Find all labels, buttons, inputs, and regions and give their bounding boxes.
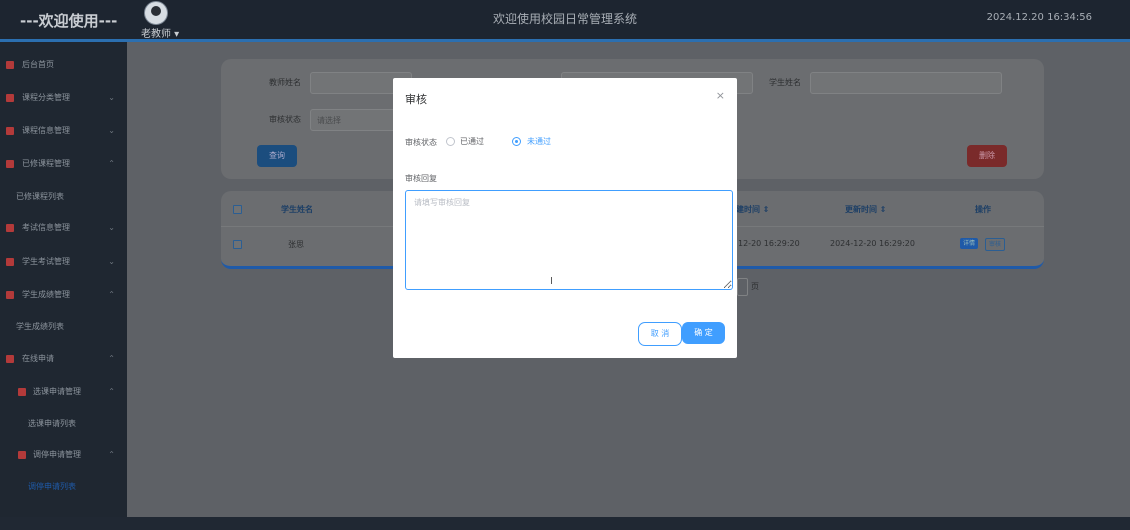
chevron-up-icon: ⌃	[108, 387, 115, 396]
menu-icon	[6, 258, 14, 266]
sidebar-item-taken-course-list[interactable]: 已修课程列表	[0, 187, 127, 207]
col-actions: 操作	[975, 205, 991, 214]
sidebar-item-course-info[interactable]: 课程信息管理 ⌄	[0, 121, 127, 141]
chevron-up-icon: ⌃	[108, 159, 115, 168]
sidebar-item-course-apply[interactable]: 选课申请管理 ⌃	[0, 382, 127, 402]
footer	[0, 517, 1130, 530]
menu-icon	[6, 94, 14, 102]
confirm-button[interactable]: 确 定	[682, 322, 725, 344]
chevron-down-icon: ⌄	[108, 257, 115, 266]
col-updated-time[interactable]: 更新时间 ⇕	[845, 204, 887, 215]
menu-icon	[18, 388, 26, 396]
review-dialog: 审核 × 审核状态 已通过 未通过 审核回复 取 消 确 定	[393, 78, 737, 358]
top-bar: ---欢迎使用--- 老教师 ▾ 欢迎使用校园日常管理系统 2024.12.20…	[0, 0, 1130, 42]
chevron-up-icon: ⌃	[108, 354, 115, 363]
cell-updated: 2024-12-20 16:29:20	[830, 239, 915, 248]
menu-icon	[6, 160, 14, 168]
dialog-title: 审核	[405, 93, 427, 106]
menu-icon	[6, 224, 14, 232]
sidebar-item-course-category[interactable]: 课程分类管理 ⌄	[0, 88, 127, 108]
review-reply-label: 审核回复	[405, 174, 437, 183]
chevron-up-icon: ⌃	[108, 290, 115, 299]
radio-pass[interactable]	[446, 137, 455, 146]
sidebar-item-online-apply[interactable]: 在线申请 ⌃	[0, 349, 127, 369]
sidebar-item-mediation-list[interactable]: 调停申请列表	[0, 477, 127, 497]
close-icon[interactable]: ×	[716, 89, 725, 102]
search-button[interactable]: 查询	[257, 145, 297, 167]
student-name-input[interactable]	[810, 72, 1002, 94]
text-cursor-icon: I	[550, 276, 553, 287]
chevron-down-icon: ⌄	[108, 93, 115, 102]
sidebar-item-student-grades[interactable]: 学生成绩管理 ⌃	[0, 285, 127, 305]
course-name-label: 教师姓名	[269, 78, 301, 87]
menu-icon	[6, 61, 14, 69]
radio-fail[interactable]	[512, 137, 521, 146]
delete-button[interactable]: 删除	[967, 145, 1007, 167]
student-name-label: 学生姓名	[769, 78, 801, 87]
sidebar-item-mediation-apply[interactable]: 调停申请管理 ⌃	[0, 445, 127, 465]
review-button[interactable]: 审核	[985, 238, 1006, 251]
review-reply-textarea[interactable]	[405, 190, 733, 290]
menu-icon	[6, 127, 14, 135]
user-menu[interactable]: 老教师 ▾	[141, 25, 179, 40]
col-student-name[interactable]: 学生姓名	[281, 204, 313, 215]
chevron-down-icon: ⌄	[108, 126, 115, 135]
cell-student: 张思	[288, 240, 304, 249]
sidebar-item-exam-info[interactable]: 考试信息管理 ⌄	[0, 218, 127, 238]
detail-button[interactable]: 详情	[960, 238, 979, 249]
cell-created: 12-20 16:29:20	[738, 239, 800, 248]
chevron-down-icon: ⌄	[108, 223, 115, 232]
sidebar-item-home[interactable]: 后台首页	[0, 55, 127, 75]
system-title: 欢迎使用校园日常管理系统	[492, 12, 637, 26]
sidebar-item-course-apply-list[interactable]: 选课申请列表	[0, 414, 127, 434]
radio-fail-label[interactable]: 未通过	[527, 136, 551, 147]
page-input[interactable]	[737, 278, 748, 296]
menu-icon	[6, 291, 14, 299]
col-created-time[interactable]: 建时间 ⇕	[736, 204, 770, 215]
select-all-checkbox[interactable]	[233, 205, 242, 214]
review-status-label: 审核状态	[405, 138, 437, 147]
sidebar-item-taken-courses[interactable]: 已修课程管理 ⌃	[0, 154, 127, 174]
chevron-up-icon: ⌃	[108, 450, 115, 459]
row-checkbox[interactable]	[233, 240, 242, 249]
menu-icon	[18, 451, 26, 459]
cancel-button[interactable]: 取 消	[638, 322, 682, 346]
sidebar: 后台首页 课程分类管理 ⌄ 课程信息管理 ⌄ 已修课程管理 ⌃ 已修课程列表 考试信息…	[0, 42, 127, 517]
page-suffix: 页	[751, 282, 759, 291]
status-label: 审核状态	[269, 115, 301, 124]
radio-pass-label[interactable]: 已通过	[460, 136, 484, 147]
menu-icon	[6, 355, 14, 363]
sidebar-item-student-exam[interactable]: 学生考试管理 ⌄	[0, 252, 127, 272]
sidebar-item-grade-list[interactable]: 学生成绩列表	[0, 317, 127, 337]
datetime: 2024.12.20 16:34:56	[986, 12, 1092, 23]
